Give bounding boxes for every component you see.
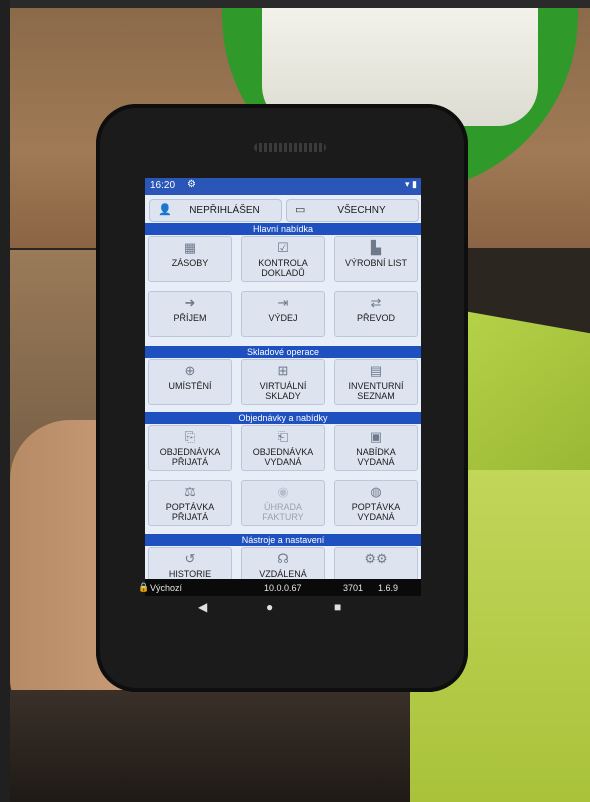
- tile-poptavka-vydana[interactable]: ◍ POPTÁVKA VYDANÁ: [334, 480, 418, 526]
- gear-icon: ⚙: [187, 179, 196, 190]
- tile-label-1: OBJEDNÁVKA: [252, 447, 314, 457]
- tile-vydej[interactable]: ⇥ VÝDEJ: [241, 291, 325, 337]
- user-label: NEPŘIHLÁŠEN: [189, 205, 260, 216]
- ip-address: 10.0.0.67: [264, 583, 302, 593]
- tile-label: ZÁSOBY: [171, 258, 209, 268]
- left-edge: [0, 0, 10, 802]
- history-icon: ↺: [184, 551, 196, 566]
- port-number: 3701: [343, 583, 364, 593]
- tile-label: PŘEVOD: [356, 313, 395, 323]
- tile-virtualni-sklady[interactable]: ⊞ VIRTUÁLNÍ SKLADY: [241, 359, 325, 405]
- section-orders: Objednávky a nabídky: [145, 412, 421, 424]
- back-button[interactable]: ◀: [198, 600, 207, 614]
- top-strip: [0, 0, 590, 8]
- warehouse-button[interactable]: ▭ VŠECHNY: [286, 199, 419, 222]
- tile-label: HISTORIE: [168, 569, 212, 579]
- tile-label-1: ÚHRADA: [263, 502, 302, 512]
- tile-label-1: NABÍDKA: [356, 447, 396, 457]
- tile-umisteni[interactable]: ⊕ UMÍSTĚNÍ: [148, 359, 232, 405]
- tile-label: UMÍSTĚNÍ: [168, 381, 212, 391]
- section-stock-ops: Skladové operace: [145, 346, 421, 358]
- tile-label-1: INVENTURNÍ: [348, 381, 404, 391]
- tile-label-2: VYDANÁ: [357, 457, 395, 467]
- status-time: 16:20: [150, 180, 176, 191]
- section-tools: Nástroje a nastavení: [145, 534, 421, 546]
- earpiece-speaker: [254, 143, 326, 152]
- tile-label-2: SEZNAM: [357, 391, 395, 401]
- tile-label-1: POPTÁVKA: [351, 502, 401, 512]
- tile-label-1: OBJEDNÁVKA: [159, 447, 221, 457]
- boxes-icon: ▦: [183, 240, 197, 255]
- file-export-icon: ⎗: [277, 429, 289, 444]
- tile-label-2: FAKTURY: [262, 512, 304, 522]
- exchange-icon: ⇄: [370, 295, 382, 310]
- info-bar: 🔒 Výchozí 10.0.0.67 3701 1.6.9: [138, 582, 414, 596]
- home-button[interactable]: ●: [266, 600, 273, 614]
- lock-icon: 🔒: [138, 582, 150, 592]
- tile-label-2: PŘIJATÁ: [171, 457, 209, 467]
- tile-label-1: KONTROLA: [258, 258, 308, 268]
- tile-label-2: VYDANÁ: [357, 512, 395, 522]
- tile-poptavka-prijata[interactable]: ⚖ POPTÁVKA PŘIJATÁ: [148, 480, 232, 526]
- handshake-icon: ◍: [370, 484, 382, 499]
- sign-in-icon: ➜: [184, 295, 196, 310]
- tile-inventurni-seznam[interactable]: ▤ INVENTURNÍ SEZNAM: [334, 359, 418, 405]
- location-label: Výchozí: [150, 583, 183, 593]
- clipboard-check-icon: ☑: [277, 240, 289, 255]
- app-version: 1.6.9: [378, 583, 399, 593]
- tile-label: PŘÍJEM: [173, 313, 207, 323]
- tile-nabidka-vydana[interactable]: ▣ NABÍDKA VYDANÁ: [334, 425, 418, 471]
- app-screen: 16:20 ⚙ ▾ ▮ 👤 NEPŘIHLÁŠEN ▭ VŠECHNY Hlav…: [145, 178, 421, 596]
- tile-zasoby[interactable]: ▦ ZÁSOBY: [148, 236, 232, 282]
- file-invoice-icon: ▣: [369, 429, 383, 444]
- battery-icon: ▾ ▮: [405, 179, 417, 189]
- warehouse-label: VŠECHNY: [337, 205, 386, 216]
- tile-objednavka-vydana[interactable]: ⎗ OBJEDNÁVKA VYDANÁ: [241, 425, 325, 471]
- sign-out-icon: ⇥: [277, 295, 289, 310]
- user-button[interactable]: 👤 NEPŘIHLÁŠEN: [149, 199, 282, 222]
- tile-label-2: PŘIJATÁ: [171, 512, 209, 522]
- tile-label-1: POPTÁVKA: [165, 502, 215, 512]
- tile-uhrada-faktury[interactable]: ◉ ÚHRADA FAKTURY: [241, 480, 325, 526]
- tile-label-2: SKLADY: [265, 391, 301, 401]
- floor-shadow: [10, 690, 410, 802]
- factory-icon: ▙: [371, 240, 381, 255]
- coins-icon: ◉: [277, 484, 289, 499]
- tile-prevod[interactable]: ⇄ PŘEVOD: [334, 291, 418, 337]
- tile-kontrola-dokladu[interactable]: ☑ KONTROLA DOKLADŮ: [241, 236, 325, 282]
- tile-label: VÝROBNÍ LIST: [344, 258, 407, 268]
- cogs-icon: ⚙⚙: [364, 551, 388, 566]
- tile-prijem[interactable]: ➜ PŘÍJEM: [148, 291, 232, 337]
- tile-label-1: VIRTUÁLNÍ: [259, 381, 307, 391]
- file-import-icon: ⎘: [184, 429, 196, 444]
- balance-scale-icon: ⚖: [184, 484, 196, 499]
- tile-label: VÝDEJ: [268, 313, 298, 323]
- crosshair-icon: ⊕: [184, 363, 196, 378]
- tile-label: VZDÁLENÁ: [259, 569, 307, 579]
- section-main: Hlavní nabídka: [145, 223, 421, 235]
- recent-apps-button[interactable]: ■: [334, 600, 341, 614]
- tile-label-2: DOKLADŮ: [261, 268, 305, 278]
- headset-icon: ☊: [277, 551, 289, 566]
- grid-icon: ⊞: [277, 363, 289, 378]
- tile-objednavka-prijata[interactable]: ⎘ OBJEDNÁVKA PŘIJATÁ: [148, 425, 232, 471]
- tile-vyrobni-list[interactable]: ▙ VÝROBNÍ LIST: [334, 236, 418, 282]
- status-bar: 16:20 ⚙ ▾ ▮: [145, 178, 421, 195]
- tile-label-2: VYDANÁ: [264, 457, 302, 467]
- clipboard-list-icon: ▤: [369, 363, 383, 378]
